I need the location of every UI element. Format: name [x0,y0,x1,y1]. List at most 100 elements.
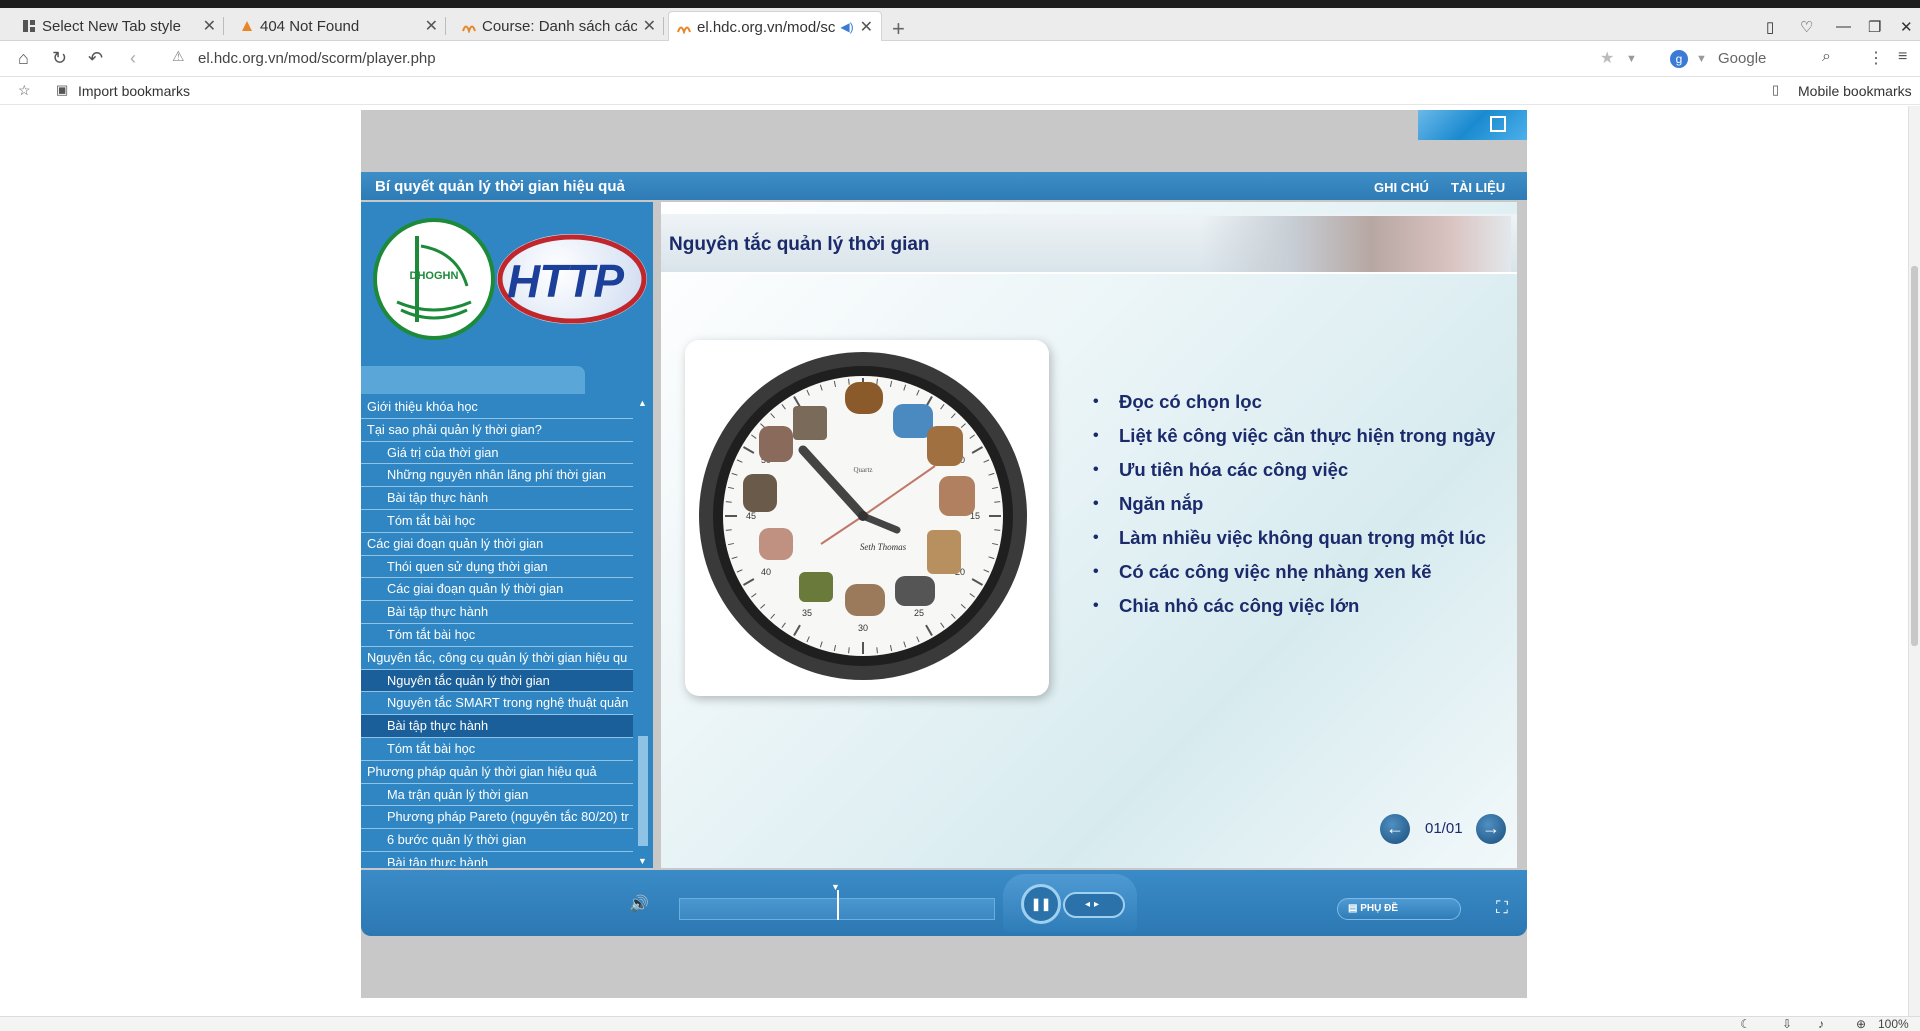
toc-item[interactable]: Nguyên tắc SMART trong nghệ thuật quản [361,692,633,716]
logo-area: DHOGHN HTTP [361,202,653,362]
prev-slide-button[interactable]: ← [1380,814,1410,844]
toc-item[interactable]: Giá trị của thời gian [361,442,633,465]
more-menu-icon[interactable]: ⋮ [1868,48,1884,68]
tab-scorm-player[interactable]: el.hdc.org.vn/mod/sc ◀) ✕ [668,11,882,42]
tab-select-new-tab-style[interactable]: Select New Tab style ✕ [14,11,224,41]
toc-item[interactable]: Giới thiệu khóa học [361,396,633,419]
close-icon[interactable]: ✕ [203,16,216,36]
download-icon[interactable]: ⇩ [1782,1017,1792,1031]
star-icon[interactable]: ★ [1600,48,1614,68]
volume-icon[interactable]: 🔊 [629,894,649,914]
toc-item[interactable]: Ma trận quản lý thời gian [361,784,633,807]
undo-icon[interactable]: ↶ [88,48,103,69]
home-icon[interactable]: ⌂ [18,48,29,69]
close-icon[interactable]: ✕ [643,16,656,36]
reload-icon[interactable]: ↻ [52,48,67,69]
extensions-icon[interactable]: ♡ [1800,18,1813,36]
minimize-icon[interactable]: — [1836,18,1851,35]
clock-number: 45 [746,511,756,521]
tab-manager-icon[interactable]: ▯ [1766,18,1774,36]
toc-item[interactable]: Nguyên tắc, công cụ quản lý thời gian hi… [361,647,633,670]
window-top-border [0,0,1920,8]
seek-head[interactable] [837,890,839,920]
fullscreen-icon[interactable]: ⛶ [1496,898,1508,918]
url-field[interactable]: el.hdc.org.vn/mod/scorm/player.php [198,50,436,67]
search-engine-label[interactable]: Google [1718,50,1766,67]
toc-item[interactable]: Bài tập thực hành [361,852,633,866]
mobile-bookmarks-link[interactable]: Mobile bookmarks [1798,83,1912,99]
toc-item[interactable]: Phương pháp Pareto (nguyên tắc 80/20) tr [361,806,633,830]
insecure-site-icon[interactable]: ⚠ [172,48,185,65]
course-sidebar: DHOGHN HTTP Giới thiệu khóa học Tại sao p… [361,202,653,868]
search-icon[interactable]: ⌕ [1822,48,1831,66]
scroll-down-icon[interactable]: ▼ [638,856,647,866]
clock-number: 30 [858,623,868,633]
notes-menu[interactable]: GHI CHÚ [1374,180,1429,195]
new-tab-button[interactable]: + [892,16,905,42]
restore-icon[interactable]: ❐ [1868,18,1881,36]
tab-strip: Select New Tab style ✕ 404 Not Found ✕ C… [0,8,1920,42]
close-icon[interactable]: ✕ [860,17,873,37]
toc-item[interactable]: Tóm tắt bài học [361,624,633,647]
zoom-level[interactable]: 100% [1878,1017,1909,1031]
close-icon[interactable]: ✕ [425,16,438,36]
close-window-icon[interactable]: ✕ [1900,18,1913,36]
bullet-dot: • [1093,597,1099,614]
sidebar-menu-icon[interactable]: ≡ [1898,48,1907,66]
window-icon[interactable] [1490,116,1506,132]
import-bookmarks-link[interactable]: Import bookmarks [78,83,190,99]
bullet-item: • Làm nhiều việc không quan trọng một lúc [1093,521,1513,555]
toc-item[interactable]: Bài tập thực hành [361,487,633,510]
page-scrollbar[interactable] [1908,106,1920,1016]
pause-button[interactable]: ❚❚ [1021,884,1061,924]
bullet-text: Ưu tiên hóa các công việc [1119,459,1349,480]
step-back-icon[interactable]: ◂ [1085,899,1094,910]
subtitle-button[interactable]: ▤ PHỤ ĐỀ [1337,898,1461,920]
toc-item[interactable]: Những nguyên nhân lãng phí thời gian [361,464,633,488]
tab-course-list[interactable]: Course: Danh sách các k ✕ [454,11,664,41]
scrollbar-thumb[interactable] [1911,266,1918,646]
step-buttons[interactable]: ◂▸ [1063,892,1125,918]
toc-item[interactable]: Phương pháp quản lý thời gian hiệu quả [361,761,633,784]
chevron-down-icon[interactable]: ▼ [1696,53,1707,65]
night-mode-icon[interactable]: ☾ [1740,1017,1751,1031]
toc-item[interactable]: Bài tập thực hành [361,601,633,624]
bullet-item: • Ưu tiên hóa các công việc [1093,453,1513,487]
tab-404-not-found[interactable]: 404 Not Found ✕ [232,11,446,41]
clock-illustration: 60510152025303540455055 [699,352,1027,680]
scrollbar-thumb[interactable] [638,736,648,846]
toc-item[interactable]: Tại sao phải quản lý thời gian? [361,419,633,442]
subtitle-label: PHỤ ĐỀ [1360,903,1399,914]
tab-label: Select New Tab style [42,17,181,35]
back-icon[interactable]: ‹ [130,48,136,69]
toc-item[interactable]: Nguyên tắc quản lý thời gian [361,669,633,693]
control-bar: 🔊 ▼ ❚❚ ◂▸ ▤ PHỤ ĐỀ ⛶ [361,870,1527,936]
toc-item[interactable]: Thói quen sử dụng thời gian [361,556,633,579]
arrow-right-icon: → [1482,818,1500,838]
next-slide-button[interactable]: → [1476,814,1506,844]
chevron-down-icon[interactable]: ▼ [1626,53,1637,65]
audio-playing-icon[interactable]: ◀) [840,20,853,34]
documents-menu[interactable]: TÀI LIỆU [1451,180,1505,195]
scroll-up-icon[interactable]: ▲ [638,398,647,408]
course-title-bar: Bí quyết quản lý thời gian hiệu quả GHI … [361,172,1527,200]
toc-item[interactable]: Các giai đoạn quản lý thời gian [361,533,633,556]
toc-item[interactable]: Tóm tắt bài học [361,510,633,533]
toc-scrollbar[interactable]: ▲ ▼ [636,396,650,868]
volume-icon[interactable]: ♪ [1818,1017,1824,1031]
clock-signature: Seth Thomas [860,542,907,552]
toc-item[interactable]: Các giai đoạn quản lý thời gian [361,578,633,602]
zoom-icon[interactable]: ⊕ [1856,1017,1866,1031]
star-outline-icon[interactable]: ☆ [18,82,31,99]
toc-item[interactable]: 6 bước quản lý thời gian [361,829,633,852]
header-photo [1201,216,1511,272]
bullet-text: Đọc có chọn lọc [1119,391,1262,412]
account-icon[interactable]: g [1670,50,1688,68]
toc-item[interactable]: Bài tập thực hành [361,715,633,738]
bookmarks-bar: ☆ ▣ Import bookmarks ▯ Mobile bookmarks [0,77,1920,105]
step-forward-icon[interactable]: ▸ [1094,899,1103,910]
clock-brand: Quartz [853,466,872,474]
sidebar-tab[interactable] [361,366,585,394]
toc-item[interactable]: Tóm tắt bài học [361,738,633,761]
tab-label: el.hdc.org.vn/mod/sc [697,18,836,36]
